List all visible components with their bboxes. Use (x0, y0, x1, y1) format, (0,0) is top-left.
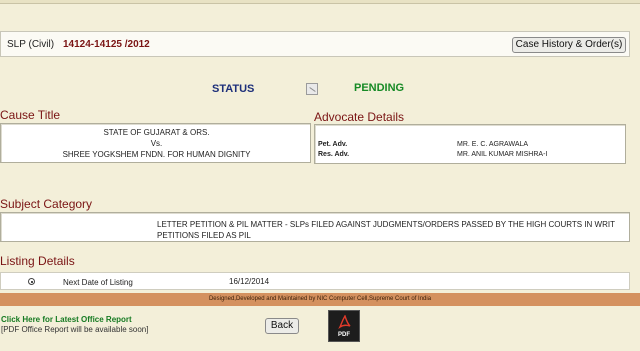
status-value: PENDING (354, 82, 405, 94)
office-report-note: [PDF Office Report will be available soo… (1, 325, 149, 334)
footer-credit: Designed,Developed and Maintained by NIC… (208, 296, 432, 302)
petitioner-name: STATE OF GUJARAT & ORS. (103, 128, 210, 137)
adobe-pdf-icon (338, 315, 351, 329)
cause-title-heading: Cause Title (0, 108, 61, 122)
versus-text: Vs. (150, 139, 163, 148)
res-adv-value: MR. ANIL KUMAR MISHRA-I (457, 151, 548, 158)
res-adv-label: Res. Adv. (318, 151, 350, 158)
case-history-button[interactable]: Case History & Order(s) (512, 37, 626, 53)
pet-adv-label: Pet. Adv. (318, 141, 348, 148)
subject-category-text: LETTER PETITION & PIL MATTER - SLPs FILE… (157, 220, 615, 240)
pdf-icon[interactable]: PDF (328, 310, 360, 342)
pdf-label: PDF (338, 332, 350, 338)
status-image-icon (306, 83, 318, 95)
advocate-details-heading: Advocate Details (314, 110, 405, 124)
subject-category-heading: Subject Category (0, 197, 93, 211)
next-listing-date: 16/12/2014 (229, 277, 270, 286)
case-header-row: SLP (Civil) 14124-14125 /2012 Case Histo… (0, 31, 630, 57)
subject-category-box: LETTER PETITION & PIL MATTER - SLPs FILE… (0, 212, 630, 242)
case-type: SLP (Civil) (7, 39, 55, 50)
next-listing-label: Next Date of Listing (63, 278, 133, 287)
back-button[interactable]: Back (265, 318, 299, 334)
radio-selected-icon[interactable] (28, 278, 35, 285)
pet-adv-value: MR. E. C. AGRAWALA (457, 141, 529, 148)
office-report-link[interactable]: Click Here for Latest Office Report (1, 315, 132, 324)
case-number: 14124-14125 /2012 (63, 39, 150, 50)
listing-details-heading: Listing Details (0, 254, 75, 268)
cause-title-box: STATE OF GUJARAT & ORS. Vs. SHREE YOGKSH… (0, 123, 311, 163)
footer-bar: Designed,Developed and Maintained by NIC… (0, 293, 640, 306)
advocate-details-box: Pet. Adv. MR. E. C. AGRAWALA Res. Adv. M… (314, 124, 626, 164)
top-border (0, 0, 640, 4)
status-label: STATUS (212, 83, 255, 95)
respondent-name: SHREE YOGKSHEM FNDN. FOR HUMAN DIGNITY (62, 150, 251, 159)
listing-row: Next Date of Listing 16/12/2014 (0, 272, 630, 290)
